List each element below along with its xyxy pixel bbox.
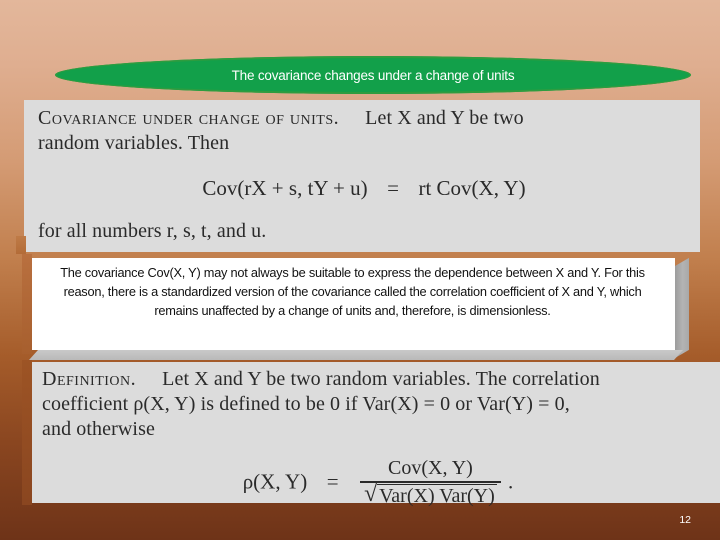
slide-canvas: The covariance changes under a change of…: [0, 0, 720, 540]
theorem-heading: Covariance under change of units.: [38, 107, 340, 129]
note-text-box: The covariance Cov(X, Y) may not always …: [30, 258, 675, 350]
definition-heading-line: Definition. Let X and Y be two random var…: [42, 367, 714, 392]
definition-equation-relation: =: [326, 469, 339, 494]
definition-line-2: coefficient ρ(X, Y) is defined to be 0 i…: [42, 393, 570, 415]
fraction-denominator: √ Var(X) Var(Y): [360, 481, 501, 508]
page-number: 12: [679, 514, 691, 526]
fraction-numerator: Cov(X, Y): [388, 457, 473, 479]
theorem-equation: Cov(rX + s, tY + u) = rt Cov(X, Y): [38, 176, 690, 201]
definition-fraction: Cov(X, Y) √ Var(X) Var(Y): [360, 457, 501, 508]
radicand-text: Var(X) Var(Y): [377, 484, 497, 507]
definition-equation: ρ(X, Y) = Cov(X, Y) √ Var(X) Var(Y) .: [42, 457, 714, 509]
definition-heading: Definition.: [42, 368, 137, 390]
left-accent-strip-note: [22, 254, 32, 354]
radical-icon: √: [364, 481, 378, 507]
slide-title: The covariance changes under a change of…: [231, 67, 515, 83]
theorem-heading-rest: Let X and Y be two: [365, 107, 524, 129]
theorem-equation-relation: =: [387, 176, 399, 200]
note-box-shadow-bottom: [28, 350, 683, 360]
definition-image-box: Definition. Let X and Y be two random var…: [30, 362, 720, 507]
theorem-equation-rhs: rt Cov(X, Y): [418, 176, 526, 200]
left-accent-strip-definition: [22, 360, 32, 505]
note-body-text: The covariance Cov(X, Y) may not always …: [60, 265, 645, 318]
theorem-closing: for all numbers r, s, t, and u.: [38, 220, 267, 242]
definition-line-3: and otherwise: [42, 418, 155, 440]
left-accent-strip-theorem: [16, 236, 26, 254]
title-ellipse: The covariance changes under a change of…: [55, 56, 691, 94]
theorem-heading-line: Covariance under change of units. Let X a…: [38, 106, 690, 131]
definition-equation-terminator: .: [508, 469, 514, 494]
theorem-line-2: random variables. Then: [38, 132, 230, 154]
definition-heading-rest: Let X and Y be two random variables. The…: [162, 368, 600, 390]
sqrt-group: √ Var(X) Var(Y): [364, 481, 497, 508]
definition-equation-lhs: ρ(X, Y): [242, 469, 308, 494]
theorem-equation-lhs: Cov(rX + s, tY + u): [202, 176, 368, 200]
theorem-image-box: Covariance under change of units. Let X a…: [24, 100, 700, 252]
note-box-shadow-right: [675, 257, 689, 358]
